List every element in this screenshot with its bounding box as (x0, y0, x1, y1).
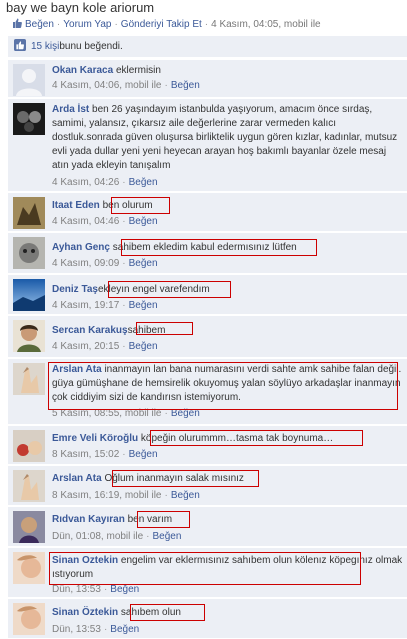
likes-suffix: bunu beğendi. (59, 41, 123, 52)
comment-text: ekleyın engel varefendım (97, 284, 210, 295)
comment-author[interactable]: Ayhan Genç (52, 242, 110, 253)
avatar[interactable] (13, 64, 45, 96)
avatar[interactable] (13, 470, 45, 502)
comment-timestamp: 8 Kasım, 16:19, mobil ile (52, 490, 162, 501)
comment-timestamp: 5 Kasım, 08:55, mobil ile (52, 408, 162, 419)
comment-like-link[interactable]: Beğen (129, 258, 158, 269)
avatar[interactable] (13, 552, 45, 584)
comment-timestamp: 4 Kasım, 04:06, mobil ile (52, 80, 162, 91)
comment-author[interactable]: Sercan Karakuş (52, 325, 128, 336)
comment-text: eklermisin (115, 65, 161, 76)
comment-item: Itaat Eden ben olurum 4 Kasım, 04:46 · Beğ… (8, 193, 407, 232)
comment-author[interactable]: Arslan Ata (52, 364, 102, 375)
comment-timestamp: Dün, 13:53 (52, 624, 101, 635)
comment-item: Sinan Öztekin sahıbem olun Dün, 13:53 · Be… (8, 599, 407, 639)
comment-item: Ayhan Genç sahibem ekledim kabul edermıs… (8, 233, 407, 274)
avatar[interactable] (13, 603, 45, 635)
avatar[interactable] (13, 103, 45, 135)
comment-like-link[interactable]: Beğen (171, 490, 200, 501)
comment-author[interactable]: Emre Veli Köroğlu (52, 433, 138, 444)
post-title: bay we bayn kole ariorum (6, 0, 155, 15)
comment-text: köpeğin olurummm…tasma tak boynuma… (140, 433, 334, 444)
avatar[interactable] (13, 279, 45, 311)
comment-author[interactable]: Rıdvan Kayıran (52, 514, 125, 525)
avatar[interactable] (13, 197, 45, 229)
comment-like-link[interactable]: Beğen (129, 216, 158, 227)
comment-author[interactable]: Sinan Oztekin (52, 555, 118, 566)
follow-post-link[interactable]: Gönderiyi Takip Et (121, 19, 202, 30)
comment-author[interactable]: Okan Karaca (52, 65, 113, 76)
avatar[interactable] (13, 363, 45, 395)
comment-item: Deniz Taşekleyın engel varefendım 4 Kası… (8, 275, 407, 315)
comment-item: Arslan Ata Oğlum inanmayın salak mısınız… (8, 466, 407, 506)
comment-text: ben olurum (102, 200, 153, 211)
avatar[interactable] (13, 511, 45, 543)
comment-like-link[interactable]: Beğen (153, 531, 182, 542)
comment-item: Arslan Ata inanmayın lan bana numarasını… (8, 359, 407, 425)
comment-like-link[interactable]: Beğen (110, 584, 139, 595)
comment-text: ben varım (127, 514, 173, 525)
comment-like-link[interactable]: Beğen (129, 341, 158, 352)
thumbs-up-icon (12, 18, 22, 31)
comment-text: ben 26 yaşındayım istanbulda yaşıyorum, … (52, 104, 398, 171)
like-post-link[interactable]: Beğen (25, 19, 54, 30)
comment-author[interactable]: Sinan Öztekin (52, 607, 118, 618)
like-summary: 15 kişi bunu beğendi. (8, 36, 407, 58)
comment-text: sahibem (127, 325, 166, 336)
thumbs-up-icon (14, 39, 26, 54)
comment-link[interactable]: Yorum Yap (63, 19, 111, 30)
comment-author[interactable]: Arda İst (52, 104, 89, 115)
comment-author[interactable]: Deniz Taş (52, 284, 98, 295)
comment-item: Okan Karaca eklermisin 4 Kasım, 04:06, m… (8, 60, 407, 98)
comment-like-link[interactable]: Beğen (129, 300, 158, 311)
comment-text: Oğlum inanmayın salak mısınız (104, 473, 244, 484)
comment-timestamp: Dün, 13:53 (52, 584, 101, 595)
comment-like-link[interactable]: Beğen (129, 177, 158, 188)
comment-text: inanmayın lan bana numarasını verdi saht… (52, 364, 402, 403)
comment-timestamp: 4 Kasım, 19:17 (52, 300, 120, 311)
avatar[interactable] (13, 430, 45, 462)
comment-text: sahibem ekledim kabul edermısınız lütfen (112, 242, 297, 253)
comment-timestamp: Dün, 01:08, mobil ile (52, 531, 144, 542)
comment-timestamp: 4 Kasım, 09:09 (52, 258, 120, 269)
comment-item: Arda İst ben 26 yaşındayım istanbulda ya… (8, 99, 407, 192)
comment-timestamp: 8 Kasım, 15:02 (52, 449, 120, 460)
comment-item: Sinan Oztekin engelim var eklermısınız s… (8, 548, 407, 598)
comment-like-link[interactable]: Beğen (171, 80, 200, 91)
comment-timestamp: 4 Kasım, 20:15 (52, 341, 120, 352)
post-timestamp: 4 Kasım, 04:05, mobil ile (211, 19, 321, 30)
comment-item: Emre Veli Köroğlu köpeğin olurummm…tasma… (8, 426, 407, 465)
comment-author[interactable]: Arslan Ata (52, 473, 102, 484)
comment-timestamp: 4 Kasım, 04:46 (52, 216, 120, 227)
post-actions: Beğen · Yorum Yap · Gönderiyi Takip Et · 4 Kas… (12, 18, 321, 31)
comment-author[interactable]: Itaat Eden (52, 200, 100, 211)
comment-like-link[interactable]: Beğen (129, 449, 158, 460)
comment-timestamp: 4 Kasım, 04:26 (52, 177, 120, 188)
likers-link[interactable]: 15 kişi (31, 41, 59, 52)
avatar[interactable] (13, 320, 45, 352)
comment-item: Sercan Karakuşsahibem 4 Kasım, 20:15 · Beğ… (8, 316, 407, 358)
comment-text: sahıbem olun (120, 607, 181, 618)
comment-like-link[interactable]: Beğen (110, 624, 139, 635)
avatar[interactable] (13, 237, 45, 269)
comment-like-link[interactable]: Beğen (171, 408, 200, 419)
comment-item: Rıdvan Kayıran ben varım Dün, 01:08, mob… (8, 507, 407, 547)
